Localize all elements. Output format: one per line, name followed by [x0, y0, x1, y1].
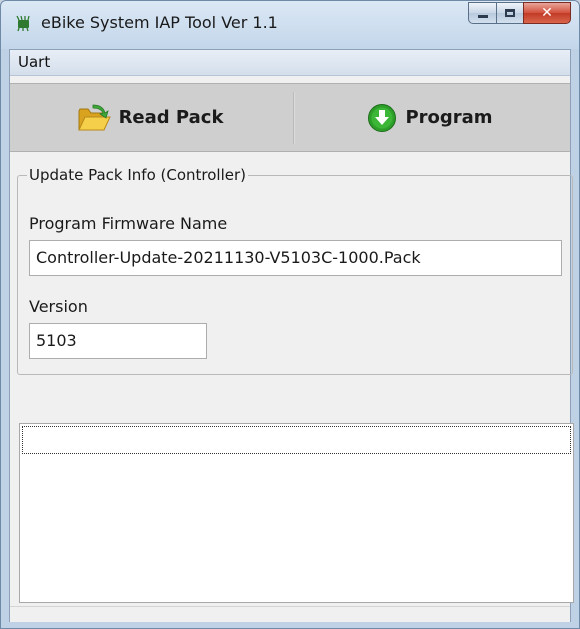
group-title: Update Pack Info (Controller)	[27, 166, 249, 184]
toolbar: Read Pack Program	[10, 83, 570, 152]
maximize-button[interactable]	[496, 2, 523, 24]
update-pack-info-group: Update Pack Info (Controller) Program Fi…	[17, 166, 573, 375]
download-arrow-icon	[368, 103, 397, 132]
version-field[interactable]: 5103	[29, 323, 207, 359]
firmware-name-label: Program Firmware Name	[29, 214, 228, 233]
minimize-icon	[477, 14, 488, 18]
firmware-name-field[interactable]: Controller-Update-20211130-V5103C-1000.P…	[29, 240, 562, 276]
client-area: Uart Read Pack Program Update Pack Info …	[9, 49, 574, 622]
app-window: eBike System IAP Tool Ver 1.1 ✕ Uart Rea…	[0, 0, 580, 629]
version-label: Version	[29, 297, 88, 316]
close-button[interactable]: ✕	[523, 2, 571, 24]
menu-item-uart[interactable]: Uart	[18, 53, 50, 71]
program-label: Program	[405, 107, 493, 128]
read-pack-button[interactable]: Read Pack	[10, 84, 290, 151]
log-list[interactable]	[19, 423, 574, 603]
menu-bar: Uart	[10, 50, 570, 76]
window-title: eBike System IAP Tool Ver 1.1	[41, 13, 278, 32]
minimize-button[interactable]	[468, 2, 496, 24]
close-icon: ✕	[541, 5, 553, 21]
open-folder-icon	[77, 104, 111, 130]
caption-buttons: ✕	[468, 2, 571, 26]
status-bar	[10, 606, 570, 622]
maximize-icon	[505, 9, 515, 17]
title-bar[interactable]: eBike System IAP Tool Ver 1.1 ✕	[1, 1, 579, 45]
chip-icon	[16, 15, 30, 32]
log-selected-row[interactable]	[22, 426, 571, 454]
program-button[interactable]: Program	[290, 84, 570, 151]
read-pack-label: Read Pack	[118, 107, 224, 128]
